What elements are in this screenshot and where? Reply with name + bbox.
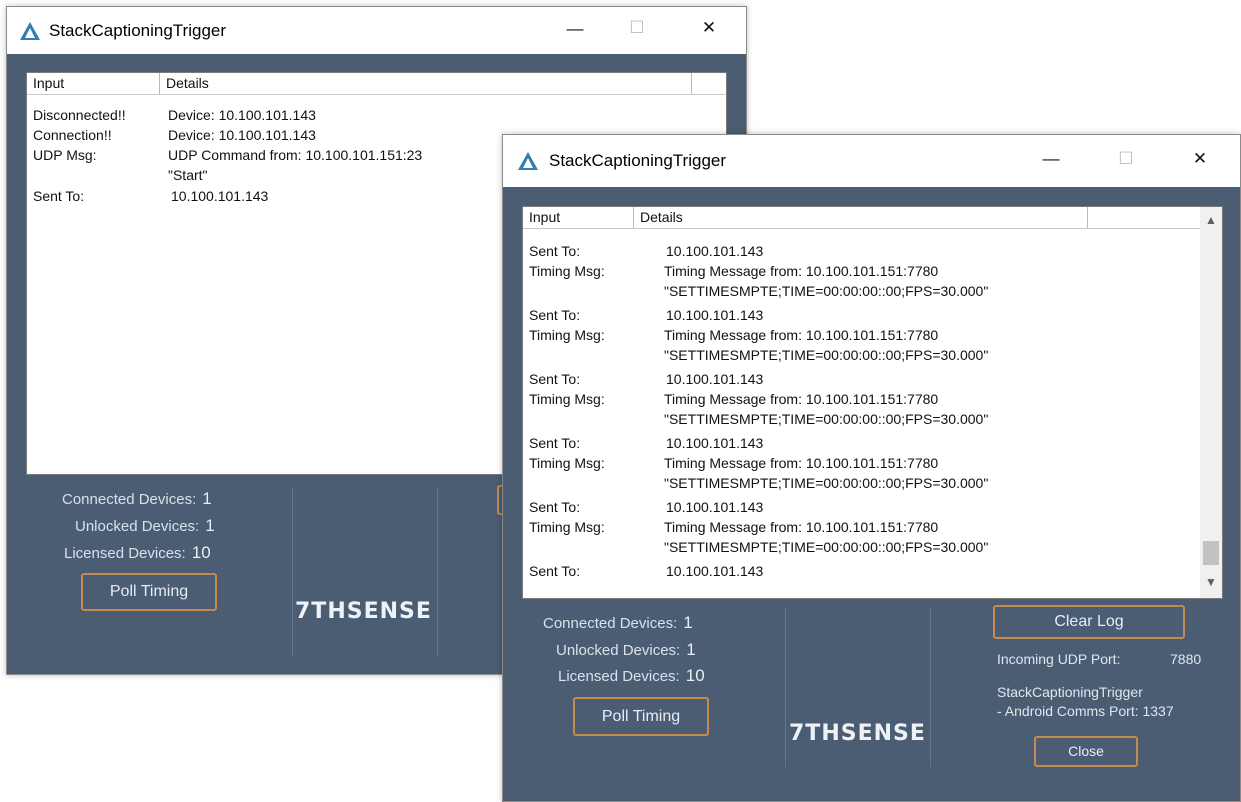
- divider: [437, 487, 438, 657]
- app-triangle-icon: [19, 21, 41, 46]
- row-input: Timing Msg:: [529, 519, 605, 535]
- row-details: "Start": [168, 167, 208, 183]
- row-details: Timing Message from: 10.100.101.151:7780: [664, 327, 939, 343]
- row-input: Disconnected!!: [33, 107, 126, 123]
- column-header-details[interactable]: Details: [634, 207, 1088, 228]
- window-title: StackCaptioningTrigger: [49, 21, 227, 40]
- udp-port-label: Incoming UDP Port:: [997, 651, 1121, 667]
- title-bar[interactable]: StackCaptioningTrigger — ☐ ✕: [503, 135, 1240, 187]
- connected-devices-label: Connected Devices:: [62, 491, 197, 508]
- licensed-devices: Licensed Devices: 10: [64, 543, 211, 563]
- column-header-input[interactable]: Input: [523, 207, 634, 228]
- row-details: 10.100.101.143: [666, 563, 764, 579]
- close-icon[interactable]: ✕: [694, 18, 724, 38]
- row-details: 10.100.101.143: [171, 188, 269, 204]
- list-header: Input Details: [523, 207, 1200, 229]
- row-input: Timing Msg:: [529, 391, 605, 407]
- row-details: Timing Message from: 10.100.101.151:7780: [664, 455, 939, 471]
- scroll-down-icon[interactable]: ▼: [1200, 575, 1222, 589]
- row-input: Timing Msg:: [529, 455, 605, 471]
- row-input: Connection!!: [33, 127, 112, 143]
- connected-devices-value: 1: [202, 489, 212, 508]
- column-header-details[interactable]: Details: [160, 73, 692, 94]
- minimize-icon[interactable]: —: [1036, 149, 1066, 169]
- licensed-devices-label: Licensed Devices:: [558, 668, 680, 685]
- maximize-icon[interactable]: ☐: [1111, 149, 1141, 169]
- window-title: StackCaptioningTrigger: [549, 151, 727, 170]
- poll-timing-button[interactable]: Poll Timing: [81, 573, 217, 611]
- log-list[interactable]: Input Details Sent To: 10.100.101.143 Ti…: [522, 206, 1223, 599]
- divider: [292, 487, 293, 657]
- window-front: StackCaptioningTrigger — ☐ ✕ Input Detai…: [502, 134, 1241, 802]
- row-input: Sent To:: [529, 563, 581, 579]
- row-input: Timing Msg:: [529, 263, 605, 279]
- licensed-devices-label: Licensed Devices:: [64, 545, 186, 562]
- row-input: Timing Msg:: [529, 327, 605, 343]
- connected-devices: Connected Devices: 1: [543, 613, 693, 633]
- unlocked-devices: Unlocked Devices: 1: [556, 640, 696, 660]
- scroll-thumb[interactable]: [1203, 541, 1219, 565]
- close-icon[interactable]: ✕: [1185, 149, 1215, 169]
- unlocked-devices: Unlocked Devices: 1: [75, 516, 215, 536]
- row-input: UDP Msg:: [33, 147, 97, 163]
- row-input: Sent To:: [529, 499, 581, 515]
- row-details: 10.100.101.143: [666, 371, 764, 387]
- row-details: "SETTIMESMPTE;TIME=00:00:00::00;FPS=30.0…: [664, 283, 989, 299]
- unlocked-devices-value: 1: [205, 516, 215, 535]
- row-details: Device: 10.100.101.143: [168, 127, 316, 143]
- row-input: Sent To:: [529, 243, 581, 259]
- poll-timing-button[interactable]: Poll Timing: [573, 697, 709, 736]
- row-details: Timing Message from: 10.100.101.151:7780: [664, 391, 939, 407]
- list-header: Input Details: [27, 73, 726, 95]
- row-input: Sent To:: [33, 188, 85, 204]
- maximize-icon[interactable]: ☐: [622, 18, 652, 38]
- row-input: Sent To:: [529, 371, 581, 387]
- row-input: Sent To:: [529, 435, 581, 451]
- connected-devices-label: Connected Devices:: [543, 615, 678, 632]
- divider: [785, 607, 786, 767]
- row-details: 10.100.101.143: [666, 307, 764, 323]
- udp-port-value: 7880: [1170, 651, 1202, 667]
- column-header-input[interactable]: Input: [27, 73, 160, 94]
- brand-logo: 7THSENSE: [789, 721, 926, 746]
- licensed-devices-value: 10: [685, 666, 705, 685]
- licensed-devices-value: 10: [191, 543, 211, 562]
- row-details: "SETTIMESMPTE;TIME=00:00:00::00;FPS=30.0…: [664, 539, 989, 555]
- row-details: 10.100.101.143: [666, 435, 764, 451]
- minimize-icon[interactable]: —: [560, 19, 590, 39]
- row-details: "SETTIMESMPTE;TIME=00:00:00::00;FPS=30.0…: [664, 347, 989, 363]
- scroll-up-icon[interactable]: ▲: [1200, 213, 1222, 227]
- close-button[interactable]: Close: [1034, 736, 1138, 767]
- row-details: 10.100.101.143: [666, 499, 764, 515]
- row-details: 10.100.101.143: [666, 243, 764, 259]
- unlocked-devices-value: 1: [686, 640, 696, 659]
- brand-logo: 7THSENSE: [295, 599, 432, 624]
- licensed-devices: Licensed Devices: 10: [558, 666, 705, 686]
- comms-line-1: StackCaptioningTrigger: [997, 684, 1143, 700]
- row-details: "SETTIMESMPTE;TIME=00:00:00::00;FPS=30.0…: [664, 475, 989, 491]
- row-input: Sent To:: [529, 307, 581, 323]
- clear-log-button[interactable]: Clear Log: [993, 605, 1185, 639]
- row-details: UDP Command from: 10.100.101.151:23: [168, 147, 423, 163]
- row-details: Timing Message from: 10.100.101.151:7780: [664, 263, 939, 279]
- title-bar[interactable]: StackCaptioningTrigger — ☐ ✕: [7, 7, 746, 54]
- connected-devices: Connected Devices: 1: [62, 489, 212, 509]
- vertical-scrollbar[interactable]: ▲ ▼: [1200, 207, 1222, 598]
- comms-line-2: - Android Comms Port: 1337: [997, 703, 1174, 719]
- divider: [930, 607, 931, 767]
- row-details: Device: 10.100.101.143: [168, 107, 316, 123]
- row-details: Timing Message from: 10.100.101.151:7780: [664, 519, 939, 535]
- unlocked-devices-label: Unlocked Devices:: [556, 642, 681, 659]
- row-details: "SETTIMESMPTE;TIME=00:00:00::00;FPS=30.0…: [664, 411, 989, 427]
- unlocked-devices-label: Unlocked Devices:: [75, 518, 200, 535]
- app-triangle-icon: [517, 151, 539, 176]
- connected-devices-value: 1: [683, 613, 693, 632]
